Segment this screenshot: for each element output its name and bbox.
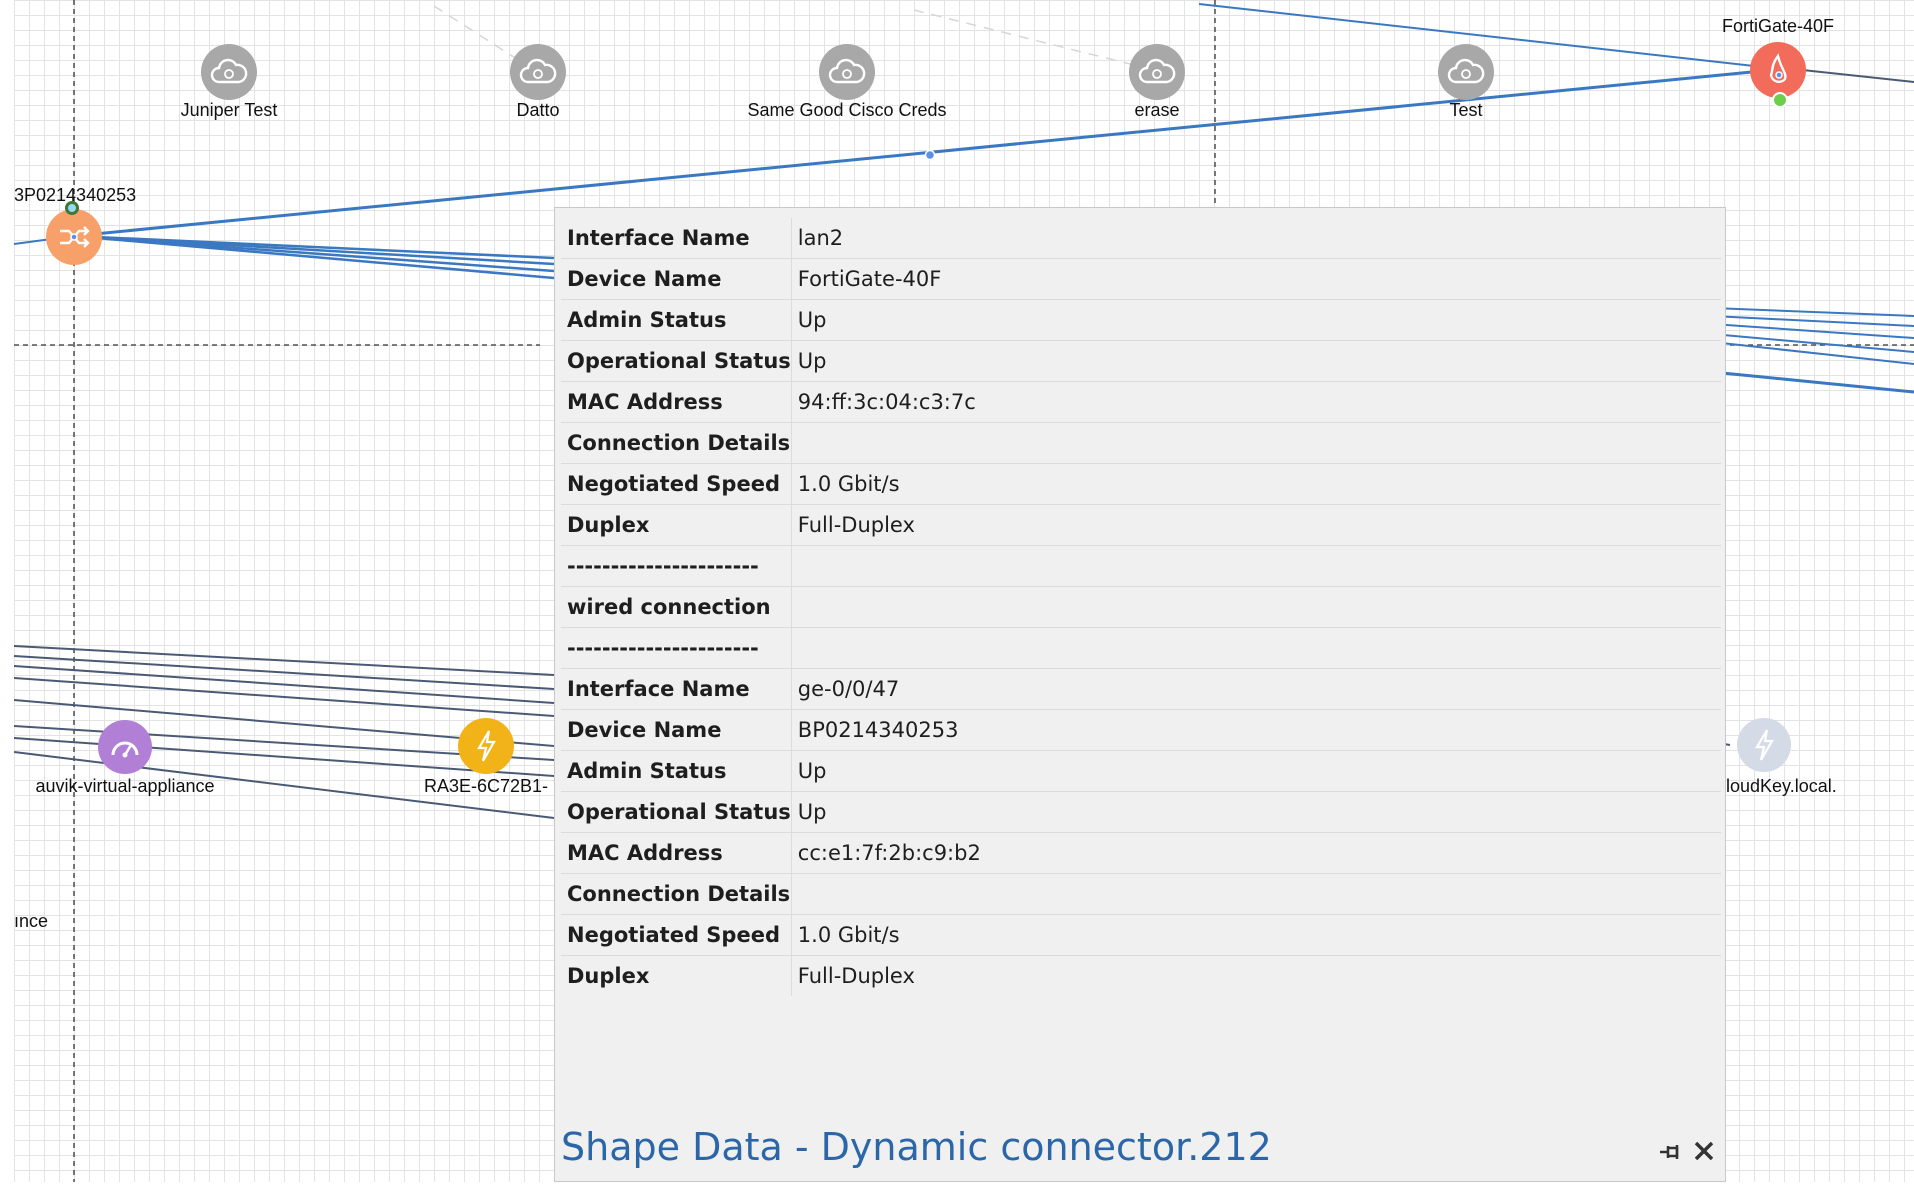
node-label-switch: 3P0214340253	[14, 185, 137, 205]
property-value[interactable]: 94:ff:3c:04:c3:7c	[791, 381, 1721, 423]
shape-data-row: Negotiated Speed 1.0 Gbit/s	[561, 463, 1721, 505]
node-label: Juniper Test	[180, 100, 278, 120]
node-label: erase	[1134, 100, 1180, 120]
shape-data-row: Device Name BP0214340253	[561, 709, 1721, 751]
node-label: Test	[1449, 100, 1483, 120]
property-name: Admin Status	[561, 299, 792, 341]
property-value[interactable]	[791, 586, 1721, 628]
property-value[interactable]: Up	[791, 750, 1721, 792]
node-label: FortiGate-40F	[1721, 16, 1835, 36]
cloud-icon	[201, 44, 257, 100]
shape-data-row: Operational Status Up	[561, 340, 1721, 382]
link-line[interactable]	[1711, 307, 1914, 317]
shape-data-row: ----------------------	[561, 627, 1721, 669]
connector-midpoint-handle[interactable]	[924, 149, 936, 161]
shape-data-row: Duplex Full-Duplex	[561, 955, 1721, 997]
property-value[interactable]	[791, 545, 1721, 587]
property-value[interactable]: Up	[791, 340, 1721, 382]
property-value[interactable]: cc:e1:7f:2b:c9:b2	[791, 832, 1721, 874]
property-name: Duplex	[561, 955, 792, 996]
shape-data-row: Connection Details	[561, 422, 1721, 464]
shape-data-row: MAC Address 94:ff:3c:04:c3:7c	[561, 381, 1721, 423]
property-name: Operational Status	[561, 340, 792, 382]
cloud-icon	[1129, 44, 1185, 100]
close-button[interactable]	[1691, 1138, 1717, 1164]
property-name: Connection Details	[561, 422, 792, 464]
property-value[interactable]: lan2	[791, 218, 1721, 259]
lightning-icon	[458, 718, 514, 774]
switch-icon	[46, 209, 102, 265]
shape-data-row: Device Name FortiGate-40F	[561, 258, 1721, 300]
node-label: Same Good Cisco Creds	[747, 100, 947, 120]
shape-data-table: Interface Name lan2 Device Name FortiGate-4…	[561, 218, 1721, 996]
shape-data-row: MAC Address cc:e1:7f:2b:c9:b2	[561, 832, 1721, 874]
pin-icon	[1660, 1145, 1679, 1159]
property-name: MAC Address	[561, 381, 792, 423]
node-label: Datto	[516, 100, 560, 120]
property-value[interactable]: FortiGate-40F	[791, 258, 1721, 300]
link-line[interactable]	[1711, 315, 1914, 327]
panel-title: Shape Data - Dynamic connector.212	[561, 1125, 1272, 1169]
cloud-icon	[510, 44, 566, 100]
link-line[interactable]	[73, 234, 555, 280]
property-name: wired connection	[561, 586, 792, 628]
property-name: Device Name	[561, 258, 792, 300]
property-name: Admin Status	[561, 750, 792, 792]
property-value[interactable]: Full-Duplex	[791, 504, 1721, 546]
shape-data-row: Connection Details	[561, 873, 1721, 915]
shape-data-row: Negotiated Speed 1.0 Gbit/s	[561, 914, 1721, 956]
shape-data-row: wired connection	[561, 586, 1721, 628]
property-value[interactable]	[791, 422, 1721, 464]
property-name: Operational Status	[561, 791, 792, 833]
shape-data-row: Admin Status Up	[561, 299, 1721, 341]
property-value[interactable]: BP0214340253	[791, 709, 1721, 751]
gauge-icon	[98, 720, 152, 774]
property-name: Negotiated Speed	[561, 463, 792, 505]
pin-button[interactable]	[1657, 1140, 1683, 1164]
firewall-icon	[1750, 42, 1806, 98]
property-name: Duplex	[561, 504, 792, 546]
property-name: Negotiated Speed	[561, 914, 792, 956]
property-name: Interface Name	[561, 668, 792, 710]
lightning-icon	[1737, 718, 1791, 772]
cloud-icon	[1438, 44, 1494, 100]
node-label: auvik-virtual-appliance	[35, 776, 215, 796]
property-name: Connection Details	[561, 873, 792, 915]
property-value[interactable]: 1.0 Gbit/s	[791, 463, 1721, 505]
shape-data-row: Operational Status Up	[561, 791, 1721, 833]
status-dot	[1772, 92, 1788, 108]
property-name: ----------------------	[561, 545, 792, 587]
property-value[interactable]	[791, 627, 1721, 669]
property-value[interactable]: 1.0 Gbit/s	[791, 914, 1721, 956]
cloud-icon	[819, 44, 875, 100]
shape-data-panel: Interface Name lan2 Device Name FortiGate-4…	[554, 207, 1726, 1182]
property-name: MAC Address	[561, 832, 792, 874]
node-label: RA3E-6C72B1-	[423, 776, 549, 796]
shape-data-row: Interface Name ge-0/0/47	[561, 668, 1721, 710]
property-value[interactable]: ge-0/0/47	[791, 668, 1721, 710]
shape-data-row: Admin Status Up	[561, 750, 1721, 792]
diagram-canvas[interactable]: Juniper Test Datto Same Good Cisco Creds…	[14, 0, 1914, 1182]
shape-data-row: ----------------------	[561, 545, 1721, 587]
node-label-cloudkey: CloudKey.local.	[1713, 776, 1837, 796]
property-name: Device Name	[561, 709, 792, 751]
property-value[interactable]: Up	[791, 299, 1721, 341]
property-value[interactable]	[791, 873, 1721, 915]
faint-link	[913, 9, 1155, 71]
node-label-fragment: ınce	[14, 911, 49, 931]
property-name: ----------------------	[561, 627, 792, 669]
property-value[interactable]: Full-Duplex	[791, 956, 1721, 997]
close-icon	[1694, 1141, 1714, 1161]
shape-data-row: Interface Name lan2	[561, 218, 1721, 259]
property-value[interactable]: Up	[791, 791, 1721, 833]
property-name: Interface Name	[561, 218, 792, 259]
link-line[interactable]	[1711, 370, 1914, 394]
shape-data-row: Duplex Full-Duplex	[561, 504, 1721, 546]
